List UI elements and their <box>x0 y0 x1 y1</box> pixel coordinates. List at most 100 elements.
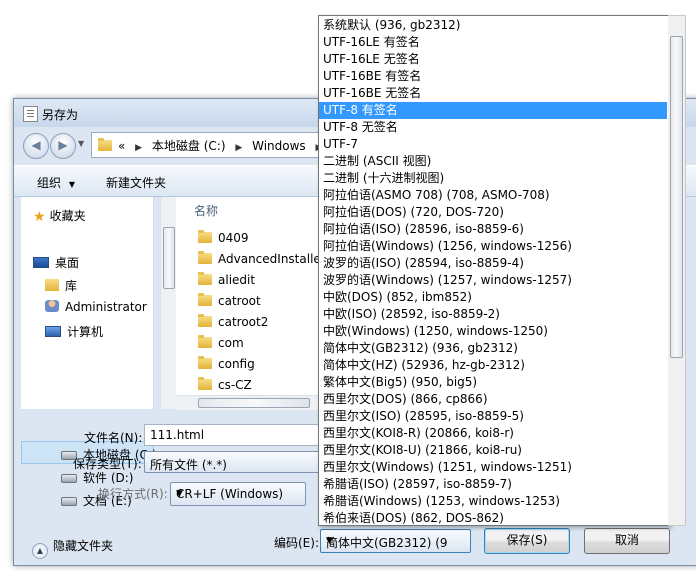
encoding-option[interactable]: 波罗的语(Windows) (1257, windows-1257) <box>319 272 667 289</box>
filename-label: 文件名(N): <box>84 431 143 445</box>
list-item[interactable]: com <box>198 335 244 350</box>
drive-icon <box>61 474 77 483</box>
encoding-option[interactable]: 阿拉伯语(Windows) (1256, windows-1256) <box>319 238 667 255</box>
encoding-option[interactable]: 西里尔文(KOI8-R) (20866, koi8-r) <box>319 425 667 442</box>
dropdown-scrollbar[interactable] <box>668 15 686 526</box>
filename-input[interactable]: 111.html <box>144 424 322 446</box>
library-icon <box>45 279 59 291</box>
encoding-option[interactable]: 西里尔文(ISO) (28595, iso-8859-5) <box>319 408 667 425</box>
chevron-down-icon: ▼ <box>68 180 75 189</box>
desktop-icon <box>33 257 49 268</box>
encoding-option[interactable]: UTF-16BE 有签名 <box>319 68 667 85</box>
encoding-option[interactable]: 二进制 (ASCII 视图) <box>319 153 667 170</box>
organize-button[interactable]: 组织 ▼ <box>37 174 75 191</box>
file-list: 名称 0409 AdvancedInstallers aliedit catro… <box>176 197 332 409</box>
nav-item-desktop[interactable]: 桌面 <box>33 254 79 271</box>
encoding-label: 编码(E): <box>274 536 319 550</box>
encoding-option[interactable]: 简体中文(HZ) (52936, hz-gb-2312) <box>319 357 667 374</box>
encoding-option[interactable]: UTF-16LE 无签名 <box>319 51 667 68</box>
encoding-option[interactable]: 二进制 (十六进制视图) <box>319 170 667 187</box>
list-item[interactable]: catroot <box>198 293 261 308</box>
breadcrumb-separator-icon: ▶ <box>135 143 143 153</box>
address-bar[interactable]: « ▶ 本地磁盘 (C:) ▶ Windows ▶ Sy <box>91 132 353 158</box>
scroll-thumb[interactable] <box>163 227 175 289</box>
list-item[interactable]: catroot2 <box>198 314 268 329</box>
back-button[interactable]: ◀ <box>23 133 49 159</box>
folder-icon <box>198 377 212 390</box>
recent-locations-dropdown[interactable]: ▼ <box>78 139 84 148</box>
arrow-left-icon: ◀ <box>31 138 41 152</box>
organize-label: 组织 <box>37 176 62 190</box>
new-folder-button[interactable]: 新建文件夹 <box>106 174 166 191</box>
filetype-select[interactable]: 所有文件 (*.*) <box>144 451 322 473</box>
list-item[interactable]: AdvancedInstallers <box>198 251 332 266</box>
folder-icon <box>198 272 212 285</box>
list-item[interactable]: 0409 <box>198 230 249 245</box>
hide-folders-toggle[interactable]: ▲ 隐藏文件夹 <box>32 537 113 559</box>
nav-item-favorites[interactable]: ★ 收藏夹 <box>33 207 86 225</box>
folder-icon <box>198 335 212 348</box>
forward-button[interactable]: ▶ <box>50 133 76 159</box>
file-list-horizontal-scrollbar[interactable] <box>176 395 321 410</box>
scroll-thumb[interactable] <box>198 398 310 408</box>
encoding-option[interactable]: 简体中文(GB2312) (936, gb2312) <box>319 340 667 357</box>
breadcrumb-drive-c[interactable]: 本地磁盘 (C:) <box>152 139 226 153</box>
filetype-label: 保存类型(T): <box>73 457 142 471</box>
notepad-icon <box>23 106 38 122</box>
star-icon: ★ <box>33 209 46 225</box>
breadcrumb-separator-icon: ▶ <box>235 143 243 153</box>
encoding-option[interactable]: UTF-8 无签名 <box>319 119 667 136</box>
nav-item-library[interactable]: 库 <box>45 277 77 294</box>
encoding-option[interactable]: 希伯来语(DOS) (862, DOS-862) <box>319 510 667 525</box>
nav-item-computer[interactable]: 计算机 <box>45 323 103 340</box>
dialog-title: 另存为 <box>42 108 79 122</box>
arrow-right-icon: ▶ <box>58 138 68 152</box>
encoding-option[interactable]: 阿拉伯语(ISO) (28596, iso-8859-6) <box>319 221 667 238</box>
folder-icon <box>98 138 112 151</box>
user-icon <box>45 300 59 312</box>
breadcrumb-overflow[interactable]: « <box>118 139 125 153</box>
scroll-thumb[interactable] <box>670 36 683 358</box>
encoding-option[interactable]: 系统默认 (936, gb2312) <box>319 17 667 34</box>
navigation-pane: ★ 收藏夹 桌面 库 Administrator 计算机 本地磁盘 (C:) 软件… <box>21 197 157 508</box>
folder-icon <box>198 356 212 369</box>
encoding-option[interactable]: 阿拉伯语(DOS) (720, DOS-720) <box>319 204 667 221</box>
nav-pane-scrollbar[interactable] <box>160 197 177 409</box>
folder-icon <box>198 314 212 327</box>
encoding-option[interactable]: UTF-8 有签名 <box>319 102 667 119</box>
cancel-button[interactable]: 取消 <box>584 528 670 554</box>
folder-icon <box>198 230 212 243</box>
encoding-option[interactable]: UTF-16LE 有签名 <box>319 34 667 51</box>
encoding-option[interactable]: 波罗的语(ISO) (28594, iso-8859-4) <box>319 255 667 272</box>
encoding-select[interactable]: 简体中文(GB2312) (936 ▼ <box>320 529 471 553</box>
encoding-option[interactable]: 繁体中文(Big5) (950, big5) <box>319 374 667 391</box>
encoding-option[interactable]: 希腊语(ISO) (28597, iso-8859-7) <box>319 476 667 493</box>
list-item[interactable]: aliedit <box>198 272 255 287</box>
line-ending-select[interactable]: CR+LF (Windows) ▼ <box>170 482 306 506</box>
encoding-option[interactable]: 西里尔文(Windows) (1251, windows-1251) <box>319 459 667 476</box>
column-header-name[interactable]: 名称 <box>194 202 218 219</box>
chevron-down-icon: ▼ <box>326 536 333 546</box>
encoding-option[interactable]: UTF-7 <box>319 136 667 153</box>
drive-icon <box>61 497 77 506</box>
encoding-option[interactable]: 阿拉伯语(ASMO 708) (708, ASMO-708) <box>319 187 667 204</box>
encoding-option[interactable]: 希腊语(Windows) (1253, windows-1253) <box>319 493 667 510</box>
encoding-option[interactable]: 西里尔文(KOI8-U) (21866, koi8-ru) <box>319 442 667 459</box>
breadcrumb: « ▶ 本地磁盘 (C:) ▶ Windows ▶ Sy <box>118 137 347 154</box>
nav-item-administrator[interactable]: Administrator <box>45 300 147 314</box>
list-item[interactable]: config <box>198 356 255 371</box>
encoding-option[interactable]: 中欧(ISO) (28592, iso-8859-2) <box>319 306 667 323</box>
encoding-option[interactable]: 中欧(DOS) (852, ibm852) <box>319 289 667 306</box>
breadcrumb-windows[interactable]: Windows <box>252 139 306 153</box>
encoding-dropdown-list: 系统默认 (936, gb2312) UTF-16LE 有签名 UTF-16LE 无… <box>318 15 670 526</box>
encoding-option[interactable]: UTF-16BE 无签名 <box>319 85 667 102</box>
line-ending-label: 换行方式(R): <box>98 487 168 501</box>
folder-icon <box>198 251 212 264</box>
chevron-down-icon: ▼ <box>176 489 183 499</box>
save-button[interactable]: 保存(S) <box>484 528 570 554</box>
encoding-option[interactable]: 中欧(Windows) (1250, windows-1250) <box>319 323 667 340</box>
computer-icon <box>45 326 61 337</box>
encoding-option[interactable]: 西里尔文(DOS) (866, cp866) <box>319 391 667 408</box>
list-item[interactable]: cs-CZ <box>198 377 252 392</box>
folder-icon <box>198 293 212 306</box>
